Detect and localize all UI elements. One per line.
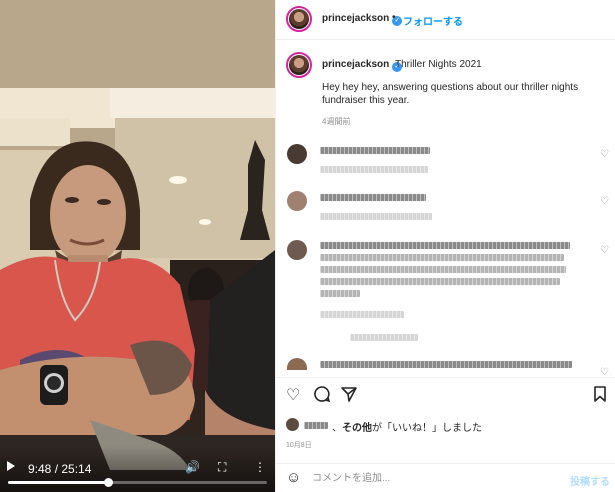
caption-title: Thriller Nights 2021 — [395, 59, 482, 70]
smile-icon[interactable]: ☺ — [286, 469, 301, 486]
caption-text: Hey hey hey, answering questions about o… — [322, 82, 579, 106]
video-progress-bar[interactable] — [8, 478, 267, 487]
heart-icon[interactable]: ♡ — [286, 385, 300, 405]
comment-text-obscured — [320, 194, 426, 201]
comment-input[interactable] — [312, 469, 552, 487]
video-controls: 9:48 / 25:14 🔊 ⛶ ⋮ — [0, 446, 275, 492]
video-player[interactable]: 9:48 / 25:14 🔊 ⛶ ⋮ — [0, 0, 275, 492]
likes-separator: 、 — [332, 423, 342, 434]
divider — [276, 377, 615, 378]
comment-avatar[interactable] — [287, 144, 307, 164]
comment-text-obscured — [320, 242, 570, 249]
follow-button[interactable]: フォローする — [403, 13, 463, 28]
comment-icon[interactable] — [313, 385, 331, 408]
view-replies-obscured[interactable] — [350, 334, 418, 341]
comment-meta-obscured — [320, 166, 428, 173]
caption-time[interactable]: 4週間前 — [322, 116, 350, 127]
play-icon[interactable] — [7, 461, 15, 471]
comment-text-obscured — [320, 361, 572, 368]
comment-like-icon[interactable]: ♡ — [600, 245, 609, 256]
avatar[interactable] — [286, 6, 312, 32]
liker-name-obscured[interactable] — [304, 422, 328, 429]
post-date[interactable]: 10月8日 — [286, 440, 312, 450]
header-username[interactable]: princejackson ✓ — [322, 13, 403, 26]
bookmark-icon[interactable] — [592, 385, 608, 408]
send-icon[interactable] — [340, 385, 358, 408]
comment-meta-obscured — [320, 213, 432, 220]
caption-username[interactable]: princejackson ✓ — [322, 59, 403, 72]
fullscreen-icon[interactable]: ⛶ — [218, 460, 226, 474]
video-time: 9:48 / 25:14 — [28, 462, 92, 476]
video-frame — [0, 0, 275, 492]
comment-text-obscured — [320, 147, 430, 154]
likes-text: 、その他が「いいね！」しました — [332, 419, 482, 434]
comment-text-obscured — [320, 254, 564, 261]
caption-avatar[interactable] — [286, 52, 312, 78]
more-vertical-icon[interactable]: ⋮ — [254, 460, 266, 474]
post-panel: princejackson ✓ • フォローする princejackson ✓ T… — [275, 0, 615, 492]
comment-like-icon[interactable]: ♡ — [600, 196, 609, 207]
comment-text-obscured — [320, 278, 560, 285]
action-bar: ♡ — [276, 385, 615, 409]
likes-message: が「いいね！」しました — [372, 423, 482, 434]
volume-icon[interactable]: 🔊 — [185, 460, 200, 474]
liker-avatar[interactable] — [286, 418, 299, 431]
likes-others-link[interactable]: その他 — [342, 423, 372, 434]
post-comment-button[interactable]: 投稿する — [570, 473, 610, 488]
video-progress-fill — [8, 478, 114, 487]
comment-meta-obscured — [320, 311, 404, 318]
likes-summary: 、その他が「いいね！」しました — [286, 417, 606, 434]
header-separator: • — [392, 12, 396, 23]
comment-text-obscured — [320, 290, 360, 297]
post-header: princejackson ✓ • フォローする — [276, 0, 615, 40]
comment-avatar[interactable] — [287, 240, 307, 260]
comment-avatar[interactable] — [287, 191, 307, 211]
comment-like-icon[interactable]: ♡ — [600, 149, 609, 160]
comment-text-obscured — [320, 266, 566, 273]
comment-avatar[interactable] — [287, 358, 307, 370]
add-comment-bar: ☺ 投稿する — [276, 463, 615, 492]
